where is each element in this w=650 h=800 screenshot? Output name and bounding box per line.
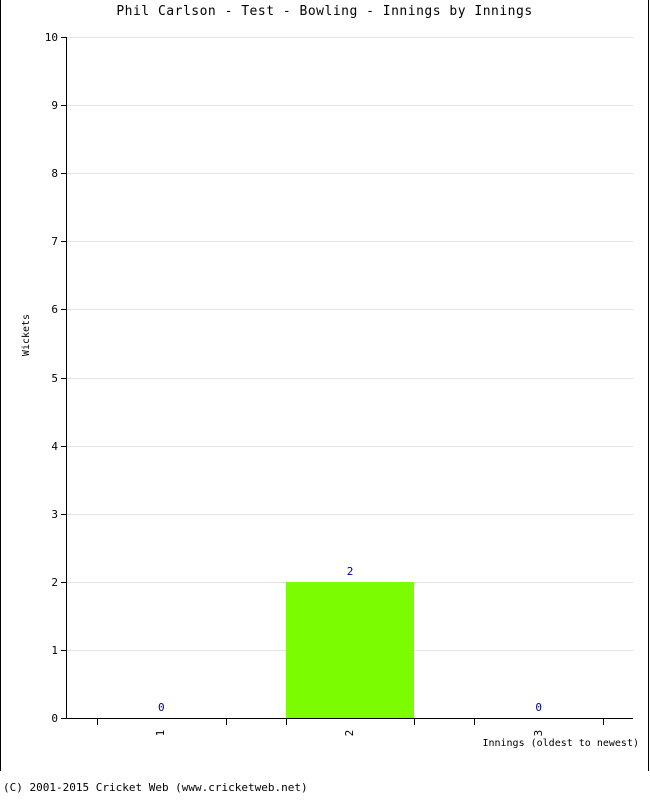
gridline <box>67 37 633 38</box>
y-tick-label: 0 <box>51 712 58 725</box>
y-tick-label-wrap: 0 <box>0 713 58 724</box>
y-tick-label: 9 <box>51 99 58 113</box>
x-tick-mark <box>414 719 416 725</box>
x-tick-mark <box>225 719 227 725</box>
y-axis-title: Wickets <box>21 313 32 357</box>
y-tick-label: 10 <box>44 31 58 44</box>
y-tick-label-wrap: 10 <box>0 32 58 43</box>
y-tick-label: 5 <box>51 371 58 385</box>
gridline <box>67 241 633 243</box>
x-axis-title: Innings (oldest to newest) <box>482 738 639 749</box>
gridline <box>67 105 633 107</box>
y-tick-label: 3 <box>51 507 58 521</box>
y-tick-label-wrap: 9 <box>0 100 58 111</box>
y-tick-label: 7 <box>51 235 58 249</box>
chart-title: Phil Carlson - Test - Bowling - Innings … <box>116 4 533 19</box>
x-tick-mark <box>474 719 476 725</box>
y-tick-label-wrap: 4 <box>0 441 58 452</box>
x-tick-mark <box>96 719 98 725</box>
gridline <box>67 173 633 175</box>
plot-area: 0 2 0 <box>67 37 633 718</box>
gridline <box>67 513 633 515</box>
y-tick-mark <box>61 718 67 719</box>
y-tick-label-wrap: 7 <box>0 236 58 247</box>
bar-value-label: 0 <box>158 701 165 714</box>
x-tick-mark <box>285 719 287 725</box>
y-tick-label: 8 <box>51 167 58 181</box>
y-tick-label-wrap: 8 <box>0 168 58 179</box>
y-tick-label: 1 <box>51 643 58 657</box>
y-tick-label-wrap: 2 <box>0 577 58 588</box>
bar-value-label: 0 <box>535 701 542 714</box>
y-tick-label: 4 <box>51 439 58 453</box>
y-tick-label: 2 <box>51 575 58 589</box>
y-tick-label-wrap: 5 <box>0 373 58 384</box>
chart-page: Phil Carlson - Test - Bowling - Innings … <box>0 0 650 800</box>
y-tick-label-wrap: 1 <box>0 645 58 656</box>
gridline <box>67 377 633 379</box>
bar <box>285 581 415 718</box>
canvas-border-right <box>648 0 649 771</box>
y-tick-label: 6 <box>51 303 58 317</box>
x-axis-line <box>66 718 633 719</box>
gridline <box>67 445 633 447</box>
copyright-footer: (C) 2001-2015 Cricket Web (www.cricketwe… <box>3 781 308 794</box>
gridline <box>67 309 633 311</box>
x-tick-mark <box>603 719 604 725</box>
y-tick-label-wrap: 3 <box>0 509 58 520</box>
bar-value-label: 2 <box>346 564 354 578</box>
